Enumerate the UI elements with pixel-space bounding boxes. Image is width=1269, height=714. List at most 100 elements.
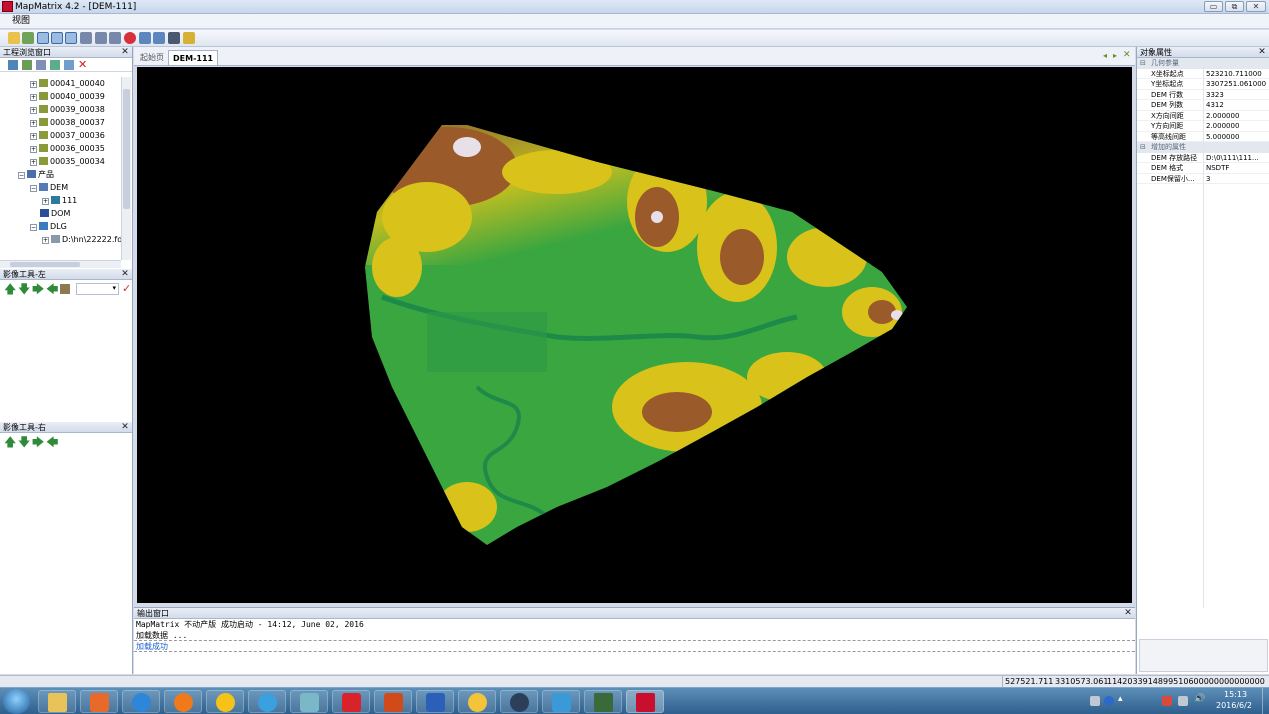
expand-icon[interactable]: + xyxy=(30,107,37,114)
taskbar-acrobat[interactable] xyxy=(332,690,370,713)
tool-icon[interactable] xyxy=(22,60,32,70)
horizontal-scrollbar[interactable] xyxy=(0,260,121,268)
tree-item-dom[interactable]: DOM xyxy=(0,207,121,220)
layers-icon[interactable] xyxy=(95,32,107,44)
arrow-left-icon[interactable]: 🡄 xyxy=(46,283,58,295)
tree-item[interactable]: +00035_00034 xyxy=(0,155,121,168)
tree-item[interactable]: +00040_00039 xyxy=(0,90,121,103)
taskbar-app-cloud[interactable] xyxy=(248,690,286,713)
collapse-icon[interactable]: ⊟ xyxy=(1140,142,1146,153)
tree-item[interactable]: +00037_00036 xyxy=(0,129,121,142)
expand-icon[interactable]: + xyxy=(30,146,37,153)
taskbar-media-player[interactable] xyxy=(80,690,118,713)
chevron-right-icon[interactable]: ▸ xyxy=(1113,51,1117,60)
close-icon[interactable]: ✕ xyxy=(1257,47,1267,57)
arrow-down-icon[interactable]: 🡇 xyxy=(18,436,30,448)
taskbar-app-map[interactable] xyxy=(584,690,622,713)
tree-item[interactable]: +00038_00037 xyxy=(0,116,121,129)
minimize-button[interactable]: ▭ xyxy=(1204,1,1223,12)
tool-select[interactable]: ▾ xyxy=(76,283,119,295)
zoom-in-icon[interactable] xyxy=(37,32,49,44)
clock-date[interactable]: 2016/6/2 xyxy=(1216,701,1252,711)
arrow-down-icon[interactable]: 🡇 xyxy=(18,283,30,295)
brush-icon[interactable] xyxy=(60,284,70,294)
expand-icon[interactable]: + xyxy=(30,81,37,88)
tray-keyboard-icon[interactable] xyxy=(1090,696,1100,706)
help-icon[interactable] xyxy=(183,32,195,44)
close-icon[interactable]: ✕ xyxy=(120,269,130,279)
image-icon[interactable] xyxy=(50,60,60,70)
tray-help-icon[interactable] xyxy=(1104,696,1114,706)
chevron-left-icon[interactable]: ◂ xyxy=(1103,51,1107,60)
expand-icon[interactable]: + xyxy=(30,133,37,140)
tree-item[interactable]: +00041_00040 xyxy=(0,77,121,90)
taskbar-mapmatrix[interactable] xyxy=(626,690,664,713)
stop-icon[interactable] xyxy=(124,32,136,44)
collapse-icon[interactable]: − xyxy=(30,224,37,231)
refresh-icon[interactable] xyxy=(109,32,121,44)
start-button[interactable] xyxy=(3,689,30,714)
scrollbar-thumb[interactable] xyxy=(10,262,80,267)
expand-icon[interactable]: + xyxy=(30,159,37,166)
settings-icon[interactable] xyxy=(36,60,46,70)
tree-item-dem[interactable]: − DEM xyxy=(0,181,121,194)
scrollbar-thumb[interactable] xyxy=(123,89,130,209)
chevron-down-icon[interactable]: ▾ xyxy=(112,284,116,292)
arrow-left-icon[interactable]: 🡄 xyxy=(46,436,58,448)
open-folder-icon[interactable] xyxy=(8,32,20,44)
tab-dem-111[interactable]: DEM-111 xyxy=(168,50,219,65)
zoom-out-icon[interactable] xyxy=(51,32,63,44)
arrow-up-icon[interactable]: 🡅 xyxy=(4,436,16,448)
link-icon[interactable] xyxy=(64,60,74,70)
expand-icon[interactable]: + xyxy=(42,198,49,205)
restore-button[interactable]: ⧉ xyxy=(1225,1,1244,12)
dem-view-canvas[interactable] xyxy=(137,67,1132,603)
tree-item-dem-111[interactable]: +111 xyxy=(0,194,121,207)
taskbar-ie[interactable] xyxy=(122,690,160,713)
tree-item-dlg[interactable]: − DLG xyxy=(0,220,121,233)
tree-item-products[interactable]: − 产品 xyxy=(0,168,121,181)
close-icon[interactable]: ✕ xyxy=(120,47,130,57)
show-desktop-button[interactable] xyxy=(1262,688,1269,714)
new-project-icon[interactable] xyxy=(22,32,34,44)
delete-icon[interactable]: ✕ xyxy=(78,58,87,71)
close-icon[interactable]: ✕ xyxy=(1123,608,1133,618)
tab-start-page[interactable]: 起始页 xyxy=(136,50,168,65)
taskbar-app-teal[interactable] xyxy=(290,690,328,713)
close-icon[interactable]: ✕ xyxy=(120,422,130,432)
taskbar-powerpoint[interactable] xyxy=(374,690,412,713)
collapse-icon[interactable]: ⊟ xyxy=(1140,58,1146,69)
monitor-icon[interactable] xyxy=(8,60,18,70)
arrow-right-icon[interactable]: 🡆 xyxy=(32,436,44,448)
taskbar-globe[interactable] xyxy=(500,690,538,713)
tray-volume-icon[interactable]: 🔊 xyxy=(1194,694,1205,704)
taskbar-app-weather[interactable] xyxy=(458,690,496,713)
arrow-up-icon[interactable]: 🡅 xyxy=(4,283,16,295)
tree-item[interactable]: +00039_00038 xyxy=(0,103,121,116)
measure-icon[interactable] xyxy=(139,32,151,44)
close-tab-icon[interactable]: ✕ xyxy=(1123,50,1131,60)
taskbar-app-blue[interactable] xyxy=(542,690,580,713)
taskbar-explorer[interactable] xyxy=(38,690,76,713)
tray-expand-icon[interactable]: ▴ xyxy=(1118,694,1123,704)
expand-icon[interactable]: + xyxy=(30,120,37,127)
tree-item-dlg-file[interactable]: + D:\hn\22222.fdb xyxy=(0,233,121,246)
tray-flag-icon[interactable] xyxy=(1178,696,1188,706)
zoom-window-icon[interactable] xyxy=(65,32,77,44)
taskbar-word[interactable] xyxy=(416,690,454,713)
tree-item[interactable]: +00036_00035 xyxy=(0,142,121,155)
pan-icon[interactable] xyxy=(80,32,92,44)
clock-time[interactable]: 15:13 xyxy=(1224,690,1247,700)
vertical-scrollbar[interactable] xyxy=(121,77,131,260)
window-icon[interactable] xyxy=(153,32,165,44)
expand-icon[interactable]: + xyxy=(30,94,37,101)
menu-view[interactable]: 视图 xyxy=(12,16,30,27)
check-icon[interactable]: ✓ xyxy=(122,282,131,295)
collapse-icon[interactable]: − xyxy=(30,185,37,192)
taskbar-app-orange[interactable] xyxy=(164,690,202,713)
tray-network-icon[interactable] xyxy=(1162,696,1172,706)
close-button[interactable]: ✕ xyxy=(1246,1,1266,12)
tool-icon[interactable] xyxy=(168,32,180,44)
taskbar-app-yellow[interactable] xyxy=(206,690,244,713)
collapse-icon[interactable]: − xyxy=(18,172,25,179)
